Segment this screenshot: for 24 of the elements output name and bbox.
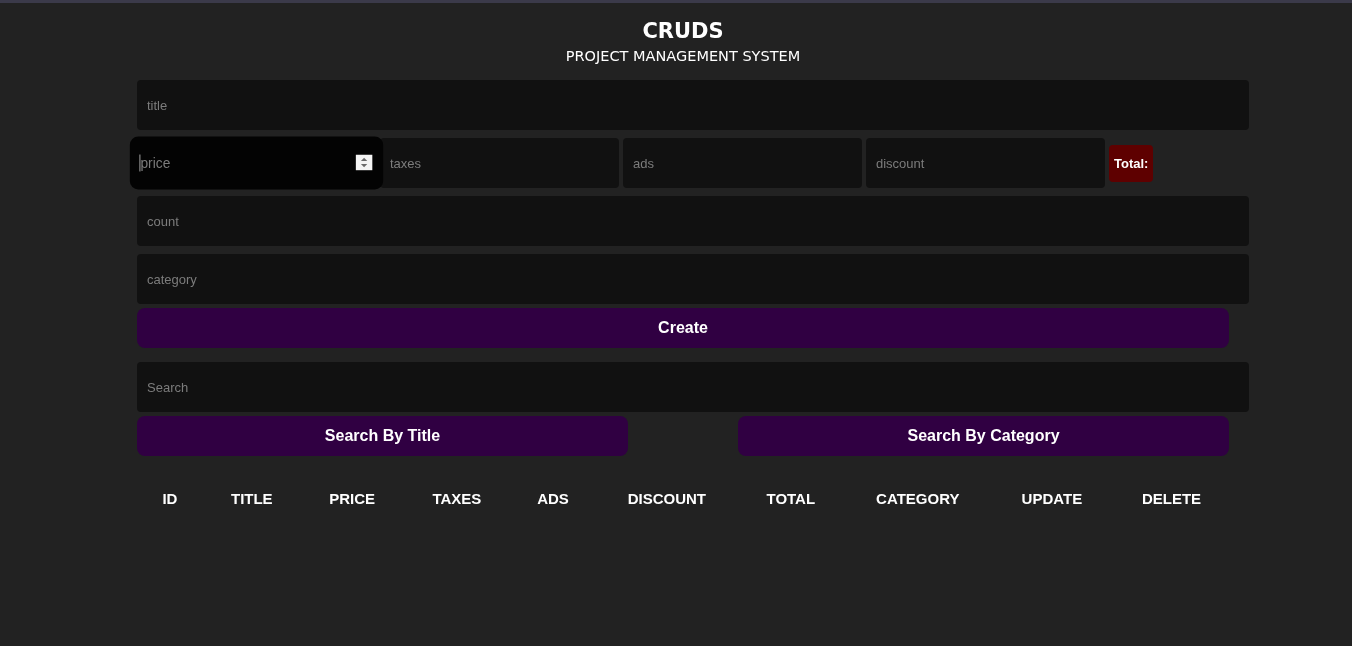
page-subtitle: PROJECT MANAGEMENT SYSTEM — [564, 47, 802, 65]
discount-field[interactable]: discount — [866, 138, 1105, 188]
column-header: UPDATE — [1020, 489, 1084, 509]
column-header: ID — [161, 489, 179, 509]
column-header: TAXES — [431, 489, 483, 509]
title-field[interactable]: title — [137, 80, 1249, 130]
column-header: CATEGORY — [875, 489, 961, 509]
column-header: TOTAL — [765, 489, 817, 509]
total-badge: Total: — [1109, 144, 1154, 182]
category-field[interactable]: category — [137, 254, 1249, 304]
column-header: PRICE — [328, 489, 377, 509]
search-field[interactable]: Search — [137, 362, 1249, 412]
taxes-field[interactable]: taxes — [380, 138, 619, 188]
column-header: ADS — [536, 489, 570, 509]
search-by-category-button[interactable]: Search By Category — [738, 416, 1229, 456]
column-header: TITLE — [229, 489, 274, 509]
count-field[interactable]: count — [137, 196, 1249, 246]
ads-field[interactable]: ads — [623, 138, 862, 188]
page-title: CRUDS — [641, 18, 725, 44]
column-header: DISCOUNT — [626, 489, 707, 509]
column-header: DELETE — [1140, 489, 1203, 509]
price-field[interactable]: price — [129, 136, 384, 190]
search-by-title-button[interactable]: Search By Title — [137, 416, 628, 456]
create-button[interactable]: Create — [137, 308, 1229, 348]
